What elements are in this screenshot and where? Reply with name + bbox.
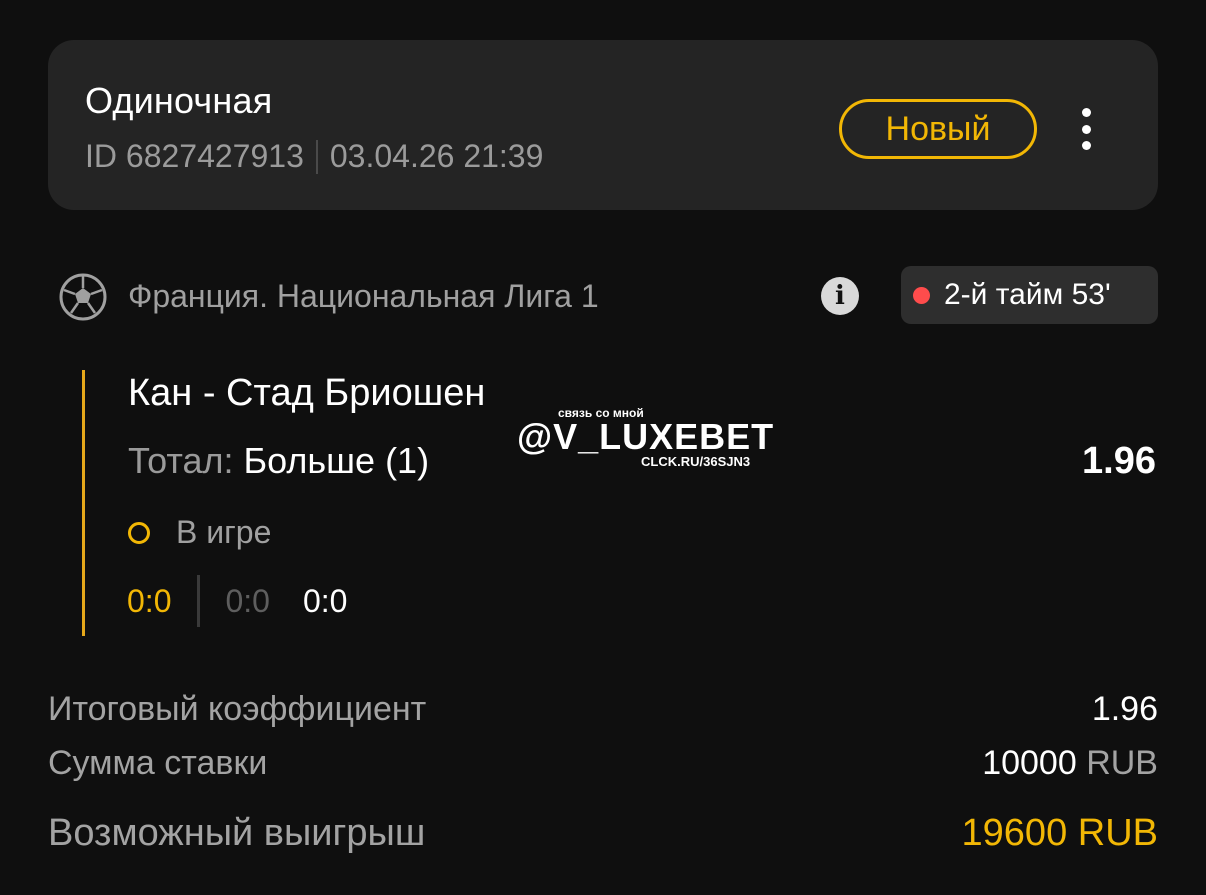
- in-game-label: В игре: [176, 514, 272, 550]
- league-name: Франция. Национальная Лига 1: [128, 278, 599, 314]
- bet-id: ID 6827427913: [85, 138, 304, 174]
- market-outcome: Больше (1): [243, 440, 430, 481]
- stake-label: Сумма ставки: [48, 744, 268, 782]
- event-name: Кан - Стад Бриошен: [128, 372, 486, 414]
- summary-stake: Сумма ставки 10000 RUB: [48, 744, 1158, 783]
- info-icon[interactable]: i: [821, 277, 859, 315]
- score-secondary: 0:0: [225, 582, 270, 619]
- market-label: Тотал:: [128, 440, 234, 481]
- league-row: Франция. Национальная Лига 1 i 2-й тайм …: [58, 266, 1158, 324]
- summary-possible-win: Возможный выигрыш 19600 RUB: [48, 812, 1158, 855]
- watermark: связь со мной @V_LUXEBET CLCK.RU/36SJN3: [517, 406, 807, 476]
- market: Тотал: Больше (1): [128, 440, 429, 482]
- more-dot: [1081, 141, 1091, 150]
- score-divider: [197, 575, 201, 627]
- watermark-handle: @V_LUXEBET: [517, 416, 775, 457]
- stake-currency: RUB: [1086, 744, 1158, 782]
- live-dot-icon: [913, 286, 930, 304]
- bet-datetime: 03.04.26 21:39: [329, 138, 544, 174]
- bet-type-title: Одиночная: [85, 80, 273, 121]
- stake-value: 10000 RUB: [982, 744, 1158, 783]
- more-dot: [1081, 124, 1091, 134]
- score-main: 0:0: [127, 582, 172, 619]
- bet-meta: ID 6827427913 03.04.26 21:39: [85, 138, 543, 175]
- meta-divider: [315, 139, 318, 174]
- event-accent-line: [82, 370, 85, 636]
- possible-win-value: 19600 RUB: [961, 812, 1158, 854]
- soccer-ball-icon: [59, 273, 107, 321]
- in-game-status-icon: [128, 522, 150, 544]
- more-vertical-icon[interactable]: [1068, 104, 1104, 154]
- live-status-badge: 2-й тайм 53': [901, 266, 1158, 324]
- total-odds-label: Итоговый коэффициент: [48, 690, 427, 728]
- live-status-text: 2-й тайм 53': [944, 278, 1111, 311]
- bet-details-screen: Одиночная ID 6827427913 03.04.26 21:39 Н…: [0, 0, 1206, 895]
- stake-amount: 10000: [982, 744, 1077, 782]
- total-odds-value: 1.96: [1091, 690, 1158, 728]
- more-dot: [1081, 108, 1091, 117]
- summary-total-odds: Итоговый коэффициент 1.96: [48, 690, 1158, 729]
- bet-header-card: Одиночная ID 6827427913 03.04.26 21:39 Н…: [48, 40, 1158, 210]
- score-current: 0:0: [302, 582, 348, 619]
- status-badge: Новый: [839, 99, 1037, 159]
- event-odds: 1.96: [1082, 440, 1156, 482]
- scores-row: 0:0 0:0 0:0: [127, 575, 347, 627]
- possible-win-label: Возможный выигрыш: [48, 812, 426, 854]
- watermark-link: CLCK.RU/36SJN3: [641, 454, 751, 469]
